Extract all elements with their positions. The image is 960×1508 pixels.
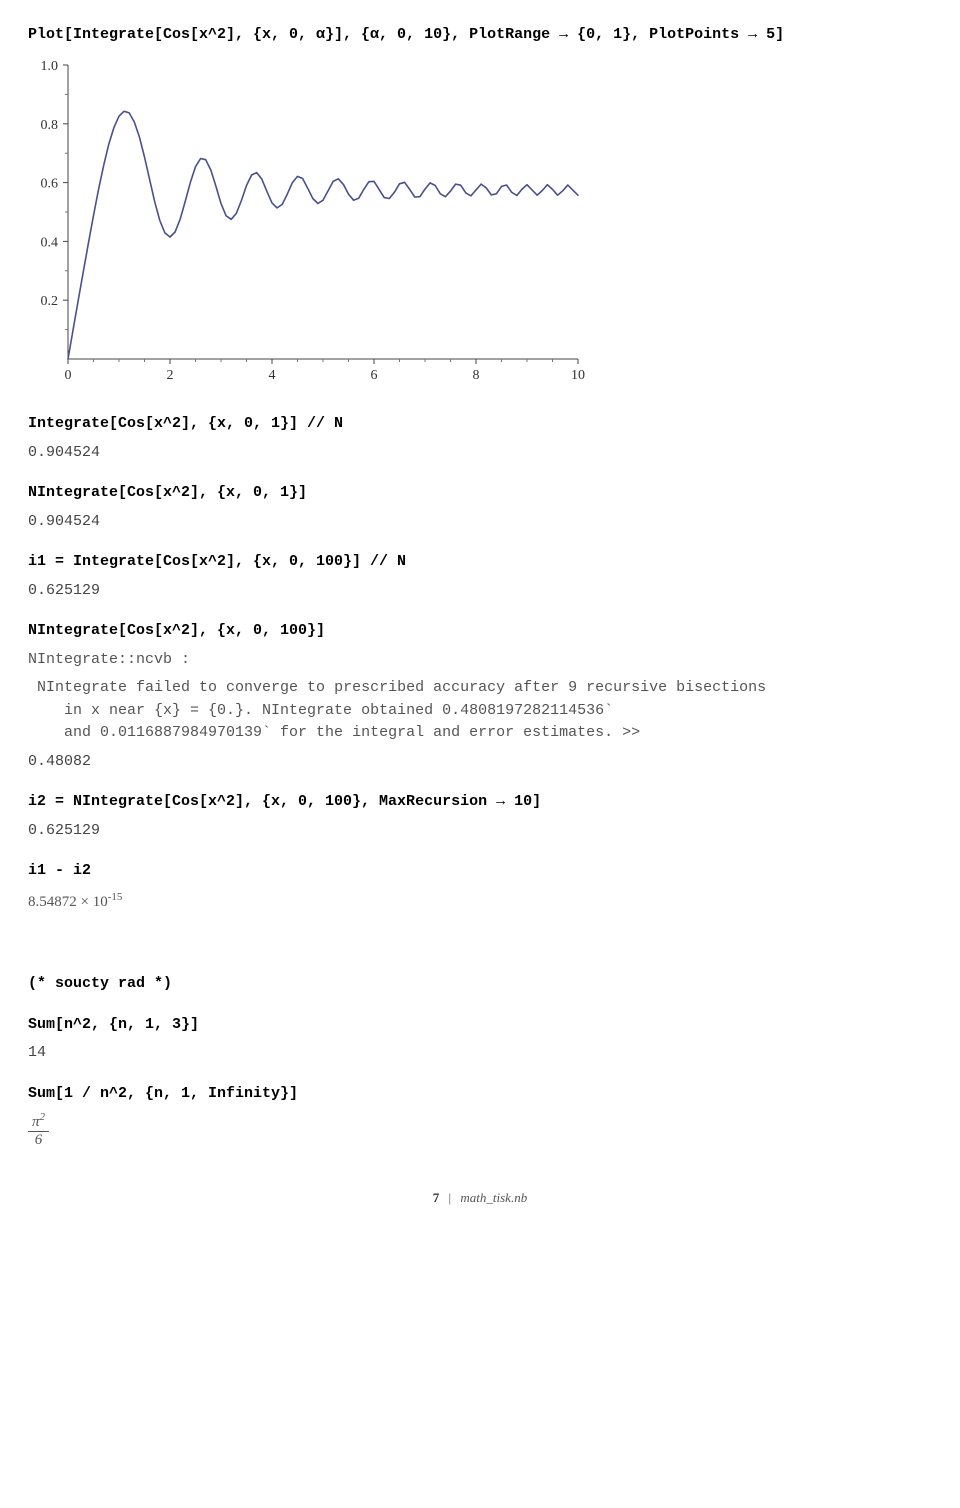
output-sum1: 14: [28, 1042, 932, 1065]
comment-soucty: (* soucty rad *): [28, 973, 932, 996]
svg-text:8: 8: [473, 368, 480, 383]
input-sum1: Sum[n^2, {n, 1, 3}]: [28, 1014, 932, 1037]
page-number: 7: [433, 1190, 440, 1205]
svg-text:0.6: 0.6: [41, 176, 59, 191]
file-name: math_tisk.nb: [460, 1190, 527, 1205]
numerator-exp: 2: [40, 1111, 46, 1123]
output-nint1: 0.904524: [28, 511, 932, 534]
input-plot: Plot[Integrate[Cos[x^2], {x, 0, α}], {α,…: [28, 24, 932, 47]
output-i2: 0.625129: [28, 820, 932, 843]
input-int1: Integrate[Cos[x^2], {x, 0, 1}] // N: [28, 413, 932, 436]
svg-text:2: 2: [167, 368, 174, 383]
fraction-pi2-over-6: π2 6: [28, 1111, 49, 1148]
input-i1: i1 = Integrate[Cos[x^2], {x, 0, 100}] //…: [28, 551, 932, 574]
exponent: -15: [108, 891, 123, 903]
output-i1: 0.625129: [28, 580, 932, 603]
svg-text:4: 4: [269, 368, 276, 383]
output-nint100: 0.48082: [28, 751, 932, 774]
input-nint100: NIntegrate[Cos[x^2], {x, 0, 100}]: [28, 620, 932, 643]
input-diff: i1 - i2: [28, 860, 932, 883]
denominator: 6: [28, 1132, 49, 1149]
svg-text:6: 6: [371, 368, 378, 383]
svg-text:10: 10: [571, 368, 585, 383]
mantissa: 8.54872: [28, 894, 77, 910]
message-ncvb-body: NIntegrate failed to converge to prescri…: [28, 677, 932, 745]
page-footer: 7 | math_tisk.nb: [28, 1188, 932, 1208]
svg-text:0.8: 0.8: [41, 117, 59, 132]
input-nint1: NIntegrate[Cos[x^2], {x, 0, 1}]: [28, 482, 932, 505]
svg-text:0.4: 0.4: [41, 235, 59, 250]
input-sum2: Sum[1 / n^2, {n, 1, Infinity}]: [28, 1083, 932, 1106]
fresnel-plot: 0 2 4 6 8 10 0.2 0.4 0.6 0.8 1.0: [28, 57, 932, 396]
message-ncvb-head: NIntegrate::ncvb :: [28, 649, 932, 672]
output-int1: 0.904524: [28, 442, 932, 465]
svg-text:0.2: 0.2: [41, 294, 59, 309]
output-diff: 8.54872 × 10-15: [28, 889, 932, 914]
input-i2: i2 = NIntegrate[Cos[x^2], {x, 0, 100}, M…: [28, 791, 932, 814]
times: × 10: [77, 894, 108, 910]
output-sum2: π2 6: [28, 1111, 932, 1148]
footer-separator: |: [449, 1190, 452, 1205]
svg-text:1.0: 1.0: [41, 59, 59, 74]
numerator-base: π: [32, 1114, 40, 1130]
svg-text:0: 0: [65, 368, 72, 383]
